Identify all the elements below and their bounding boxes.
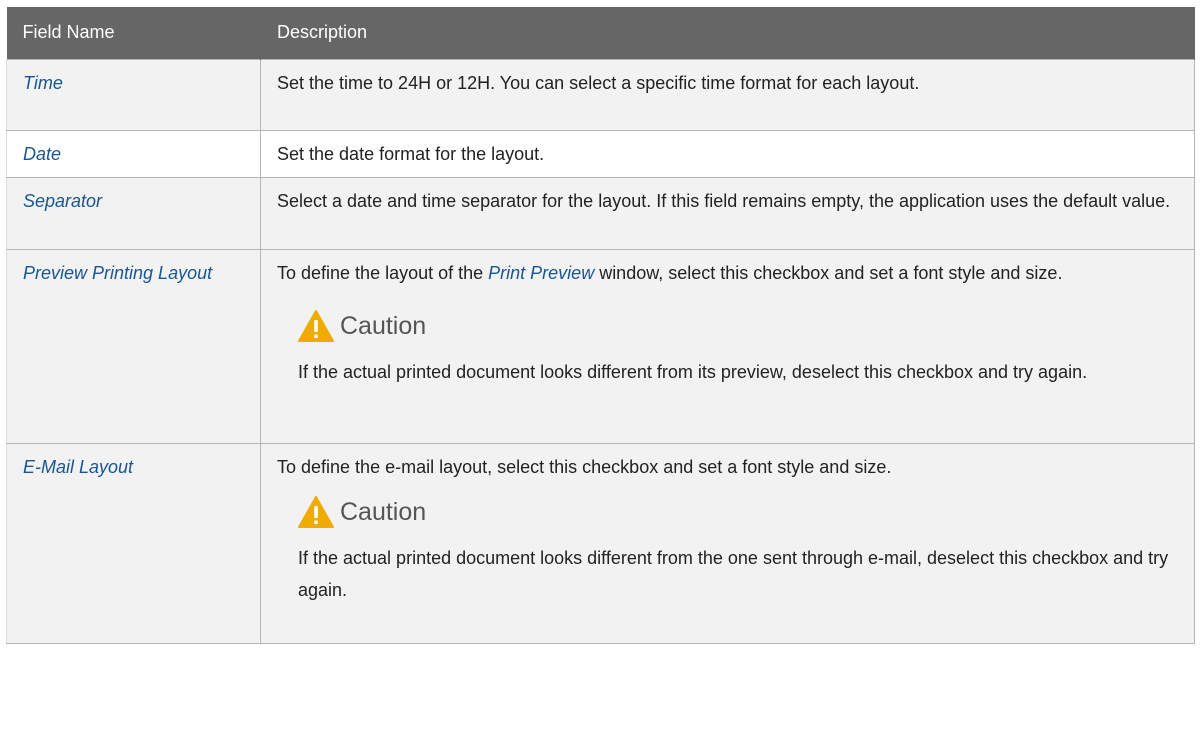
field-name-e-mail-layout: E-Mail Layout <box>23 456 134 477</box>
description-date: Set the date format for the layout. <box>277 143 545 164</box>
field-name-preview-printing-layout: Preview Printing Layout <box>23 262 213 283</box>
print-preview-term: Print Preview <box>488 262 595 283</box>
description-text-before: To define the layout of the <box>277 262 489 283</box>
table-row-separator: Separator Select a date and time separat… <box>6 176 1195 250</box>
header-field-name: Field Name <box>6 7 261 59</box>
warning-triangle-icon <box>298 309 334 342</box>
warning-triangle-icon <box>298 495 334 528</box>
description-text-after: window, select this checkbox and set a f… <box>594 262 1063 283</box>
description-preview-printing-layout: To define the layout of the Print Previe… <box>277 258 1180 288</box>
table-row-e-mail-layout: E-Mail Layout To define the e-mail layou… <box>6 442 1195 644</box>
caution-heading: Caution <box>298 495 1180 528</box>
field-name-date: Date <box>23 143 62 164</box>
description-e-mail-layout: To define the e-mail layout, select this… <box>277 456 892 477</box>
description-cell: Select a date and time separator for the… <box>260 176 1195 250</box>
field-name-cell: Date <box>6 129 261 178</box>
caution-text: If the actual printed document looks dif… <box>298 361 1088 382</box>
field-name-cell: Preview Printing Layout <box>6 248 261 444</box>
table-header-row: Field Name Description <box>6 7 1195 59</box>
header-description: Description <box>260 7 1195 59</box>
caution-title: Caution <box>340 311 427 340</box>
table-row-time: Time Set the time to 24H or 12H. You can… <box>6 58 1195 131</box>
field-description-table: Field Name Description Time Set the time… <box>6 7 1195 644</box>
caution-title: Caution <box>340 497 427 526</box>
description-cell: Set the time to 24H or 12H. You can sele… <box>260 58 1195 131</box>
description-cell: Set the date format for the layout. <box>260 129 1195 178</box>
caution-heading: Caution <box>298 309 1180 342</box>
table-row-preview-printing-layout: Preview Printing Layout To define the la… <box>6 248 1195 444</box>
description-cell: To define the e-mail layout, select this… <box>260 442 1195 644</box>
field-name-cell: Separator <box>6 176 261 250</box>
description-cell: To define the layout of the Print Previe… <box>260 248 1195 444</box>
field-name-time: Time <box>23 72 63 93</box>
field-name-cell: E-Mail Layout <box>6 442 261 644</box>
field-name-cell: Time <box>6 58 261 131</box>
table-row-date: Date Set the date format for the layout. <box>6 129 1195 178</box>
description-separator: Select a date and time separator for the… <box>277 190 1171 211</box>
caution-text: If the actual printed document looks dif… <box>298 547 1169 600</box>
field-name-separator: Separator <box>23 190 103 211</box>
description-time: Set the time to 24H or 12H. You can sele… <box>277 72 920 93</box>
